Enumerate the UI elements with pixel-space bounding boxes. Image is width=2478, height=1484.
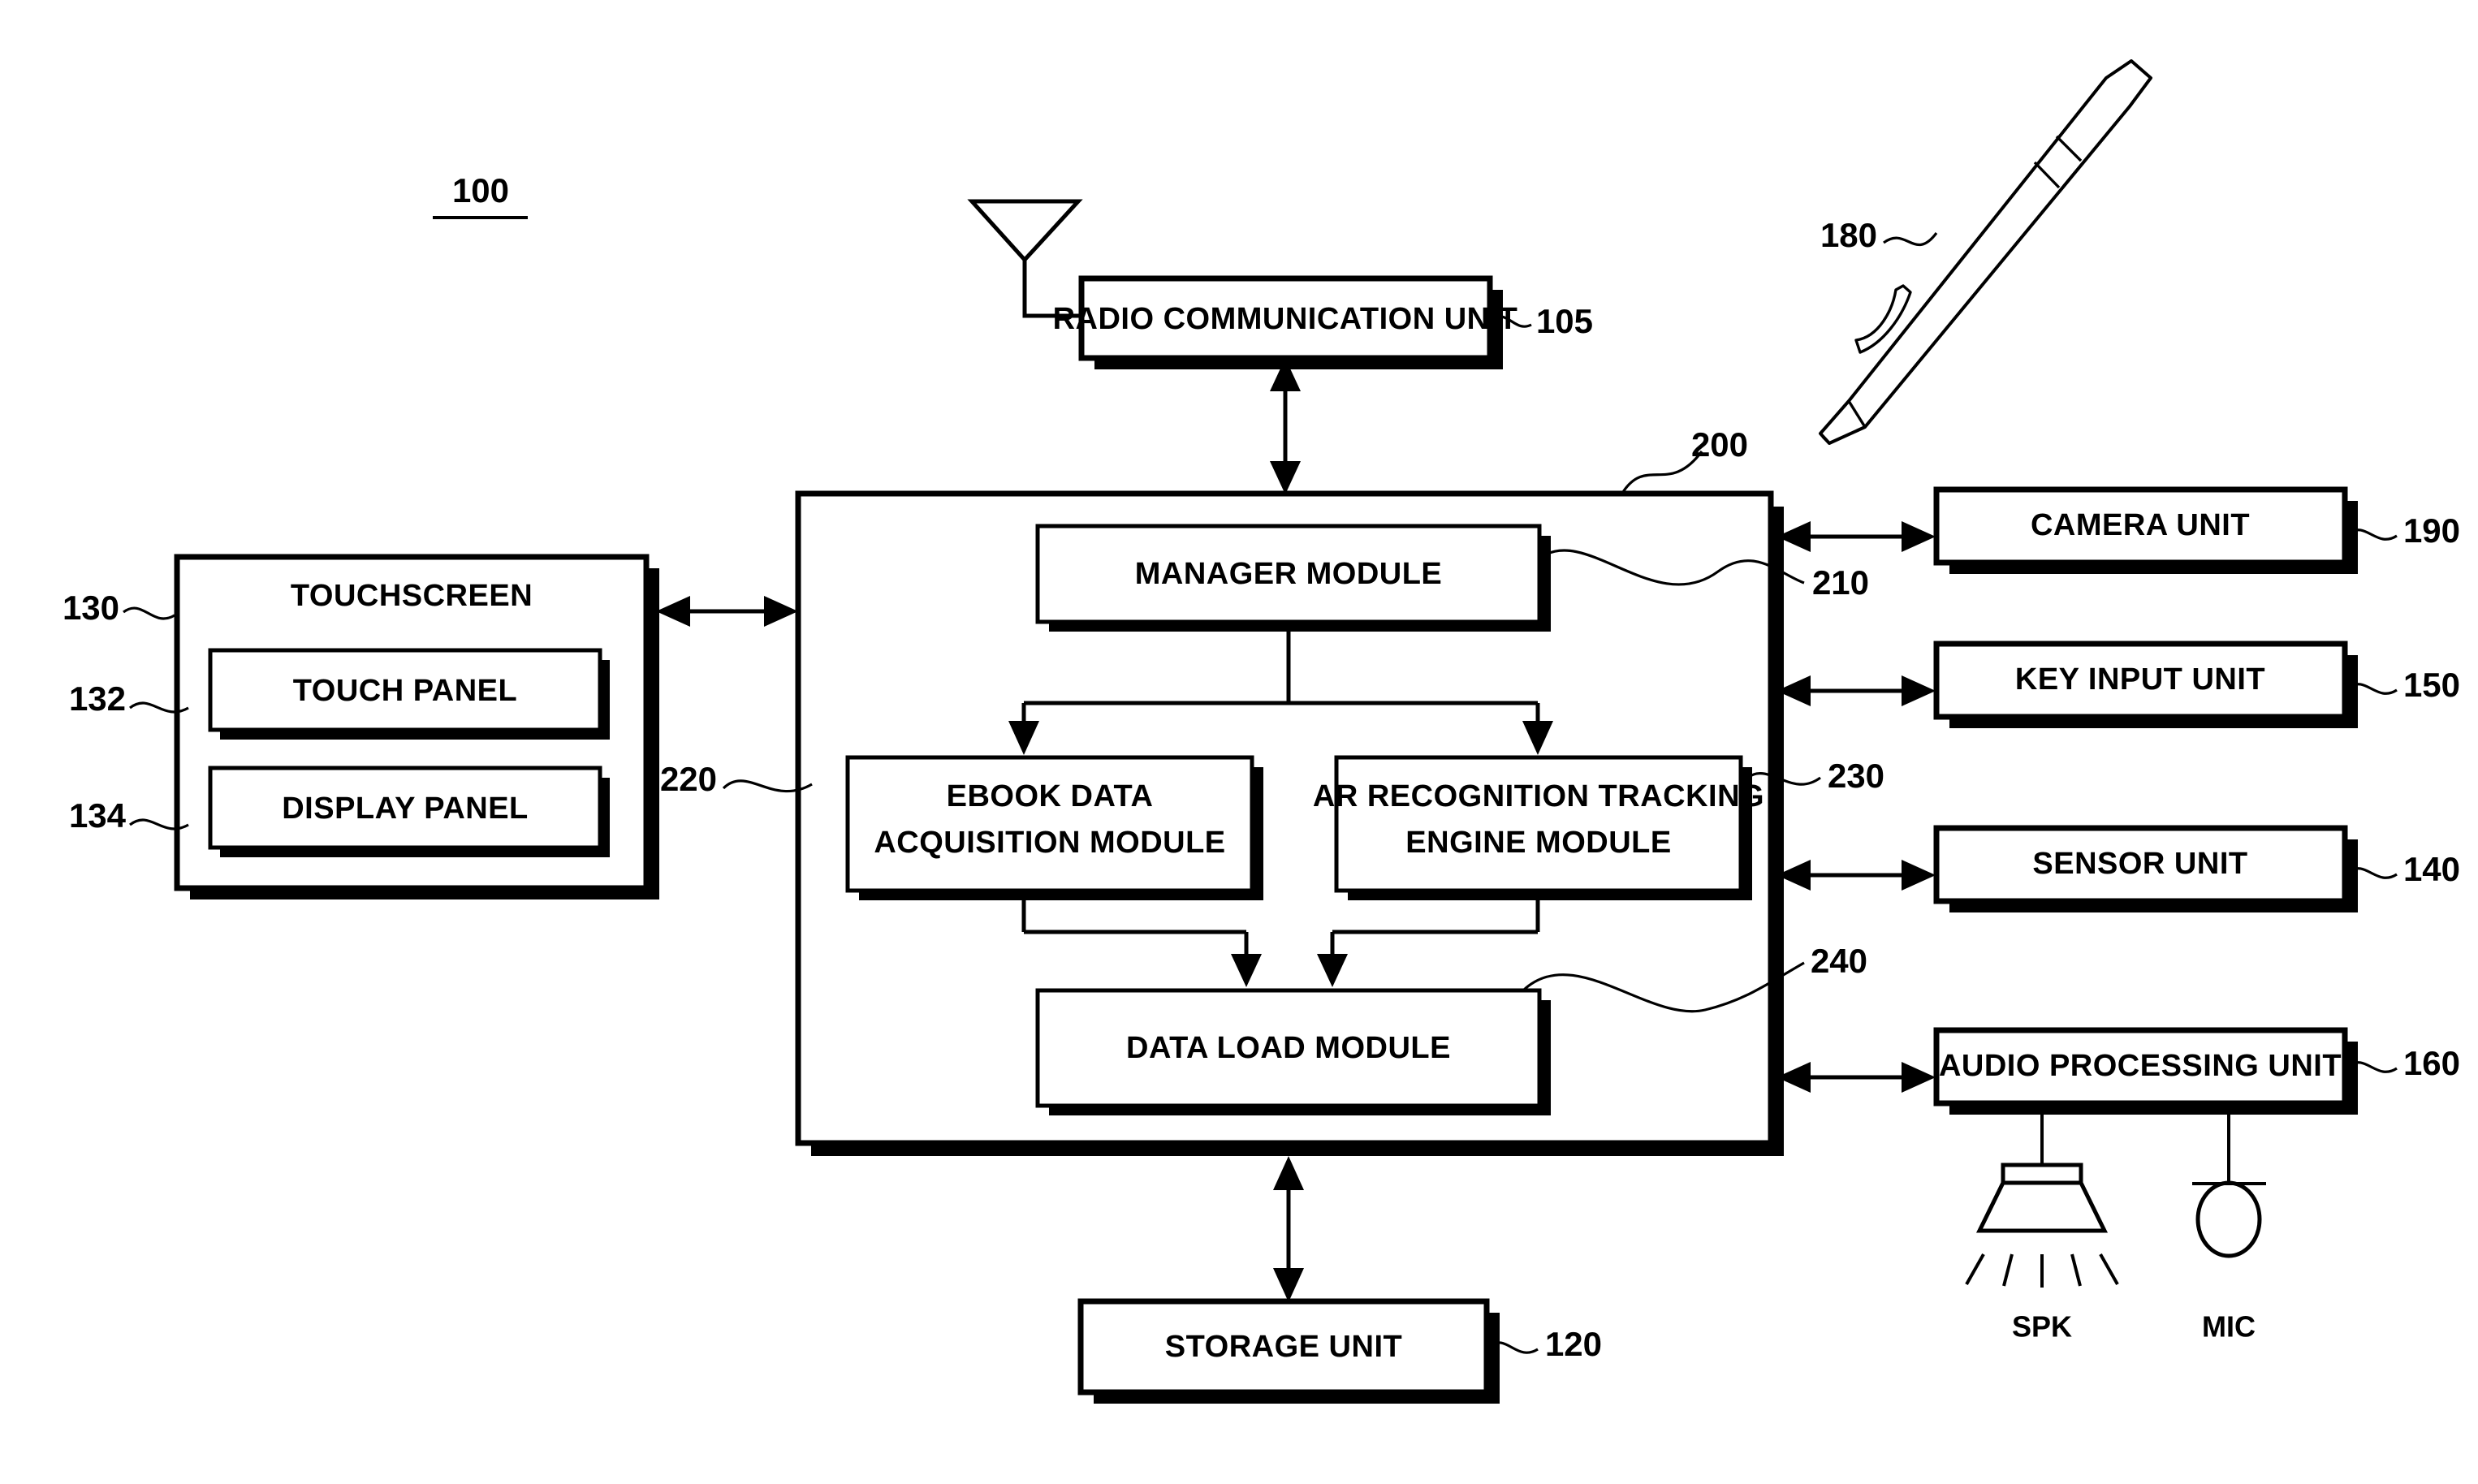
- ebook-module-label-line2: ACQUISITION MODULE: [874, 826, 1225, 860]
- control-unit-ref-leader: 200: [1621, 425, 1748, 493]
- ar-module-ref: 230: [1828, 757, 1884, 795]
- touch-panel-ref-leader: 132: [69, 679, 189, 718]
- antenna-icon: [967, 199, 1083, 318]
- connector-radio-to-control: [1270, 358, 1301, 494]
- stylus-pen-ref-leader: 180: [1820, 216, 1938, 254]
- manager-module-block[interactable]: MANAGER MODULE: [1035, 524, 1551, 632]
- storage-unit-ref: 120: [1545, 1325, 1602, 1363]
- control-unit-ref: 200: [1691, 425, 1748, 464]
- ebook-module-box: [845, 755, 1254, 893]
- radio-communication-unit-label: RADIO COMMUNICATION UNIT: [1053, 302, 1518, 336]
- camera-unit-label: CAMERA UNIT: [2031, 508, 2250, 542]
- speaker-label: SPK: [2012, 1310, 2072, 1344]
- radio-communication-unit-block[interactable]: RADIO COMMUNICATION UNIT: [1053, 275, 1518, 369]
- connector-control-to-storage: [1273, 1156, 1304, 1302]
- data-load-module-block[interactable]: DATA LOAD MODULE: [1035, 988, 1551, 1115]
- ar-recognition-tracking-engine-module-block[interactable]: AR RECOGNITION TRACKING ENGINE MODULE: [1313, 755, 1764, 900]
- data-load-module-ref: 240: [1811, 942, 1867, 980]
- audio-processing-unit-ref-leader: 160: [2348, 1044, 2460, 1082]
- sensor-unit-block[interactable]: SENSOR UNIT: [1933, 825, 2358, 912]
- touchscreen-label: TOUCHSCREEN: [291, 579, 533, 613]
- connector-control-to-sensor: [1776, 860, 1936, 891]
- audio-processing-unit-label: AUDIO PROCESSING UNIT: [1939, 1049, 2342, 1083]
- storage-unit-ref-leader: 120: [1488, 1325, 1602, 1363]
- touch-panel-ref: 132: [69, 679, 126, 718]
- connector-control-to-audio: [1776, 1062, 1936, 1093]
- data-load-module-label: DATA LOAD MODULE: [1126, 1031, 1451, 1065]
- ebook-module-label-line1: EBOOK DATA: [947, 779, 1154, 813]
- connector-touchscreen-to-control: [656, 596, 798, 627]
- storage-unit-block[interactable]: STORAGE UNIT: [1077, 1298, 1500, 1404]
- ar-module-label-line1: AR RECOGNITION TRACKING: [1313, 779, 1764, 813]
- audio-processing-unit-block[interactable]: AUDIO PROCESSING UNIT: [1933, 1027, 2358, 1115]
- ebook-module-ref-leader: 220: [660, 760, 813, 798]
- connector-control-to-key-input: [1776, 675, 1936, 706]
- manager-module-ref: 210: [1812, 563, 1869, 602]
- ar-module-box: [1334, 755, 1743, 893]
- storage-unit-label: STORAGE UNIT: [1165, 1330, 1402, 1364]
- diagram-svg: 100 RADIO COMMUNICATION UNIT 105 180 TOU…: [63, 59, 2460, 1404]
- key-input-unit-ref-leader: 150: [2348, 666, 2460, 704]
- figure-number-100: 100: [433, 171, 528, 219]
- audio-processing-unit-ref: 160: [2403, 1044, 2460, 1082]
- ebook-module-ref: 220: [660, 760, 717, 798]
- sensor-unit-ref-leader: 140: [2348, 850, 2460, 888]
- microphone-label: MIC: [2202, 1310, 2256, 1344]
- touch-panel-label: TOUCH PANEL: [293, 674, 517, 708]
- ar-module-label-line2: ENGINE MODULE: [1405, 826, 1671, 860]
- touch-panel-block[interactable]: TOUCH PANEL: [208, 648, 610, 740]
- connector-control-to-camera: [1776, 521, 1936, 552]
- stylus-pen-ref: 180: [1820, 216, 1877, 254]
- microphone-icon: [2192, 1115, 2266, 1258]
- display-panel-label: DISPLAY PANEL: [282, 792, 529, 826]
- speaker-icon: [1965, 1115, 2119, 1288]
- sensor-unit-ref: 140: [2403, 850, 2460, 888]
- key-input-unit-ref: 150: [2403, 666, 2460, 704]
- figure-number-label: 100: [452, 171, 509, 209]
- display-panel-block[interactable]: DISPLAY PANEL: [208, 766, 610, 857]
- display-panel-ref: 134: [69, 796, 127, 835]
- radio-communication-unit-ref: 105: [1536, 302, 1593, 340]
- manager-module-label: MANAGER MODULE: [1135, 557, 1443, 591]
- camera-unit-ref-leader: 190: [2348, 511, 2460, 550]
- camera-unit-ref: 190: [2403, 511, 2460, 550]
- sensor-unit-label: SENSOR UNIT: [2032, 847, 2247, 881]
- key-input-unit-block[interactable]: KEY INPUT UNIT: [1933, 641, 2358, 728]
- display-panel-ref-leader: 134: [69, 796, 189, 835]
- touchscreen-ref: 130: [63, 589, 119, 627]
- key-input-unit-label: KEY INPUT UNIT: [2015, 662, 2265, 697]
- patent-figure-canvas: 100 RADIO COMMUNICATION UNIT 105 180 TOU…: [0, 0, 2478, 1484]
- camera-unit-block[interactable]: CAMERA UNIT: [1933, 486, 2358, 574]
- touchscreen-ref-leader: 130: [63, 589, 175, 627]
- ebook-data-acquisition-module-block[interactable]: EBOOK DATA ACQUISITION MODULE: [845, 755, 1263, 900]
